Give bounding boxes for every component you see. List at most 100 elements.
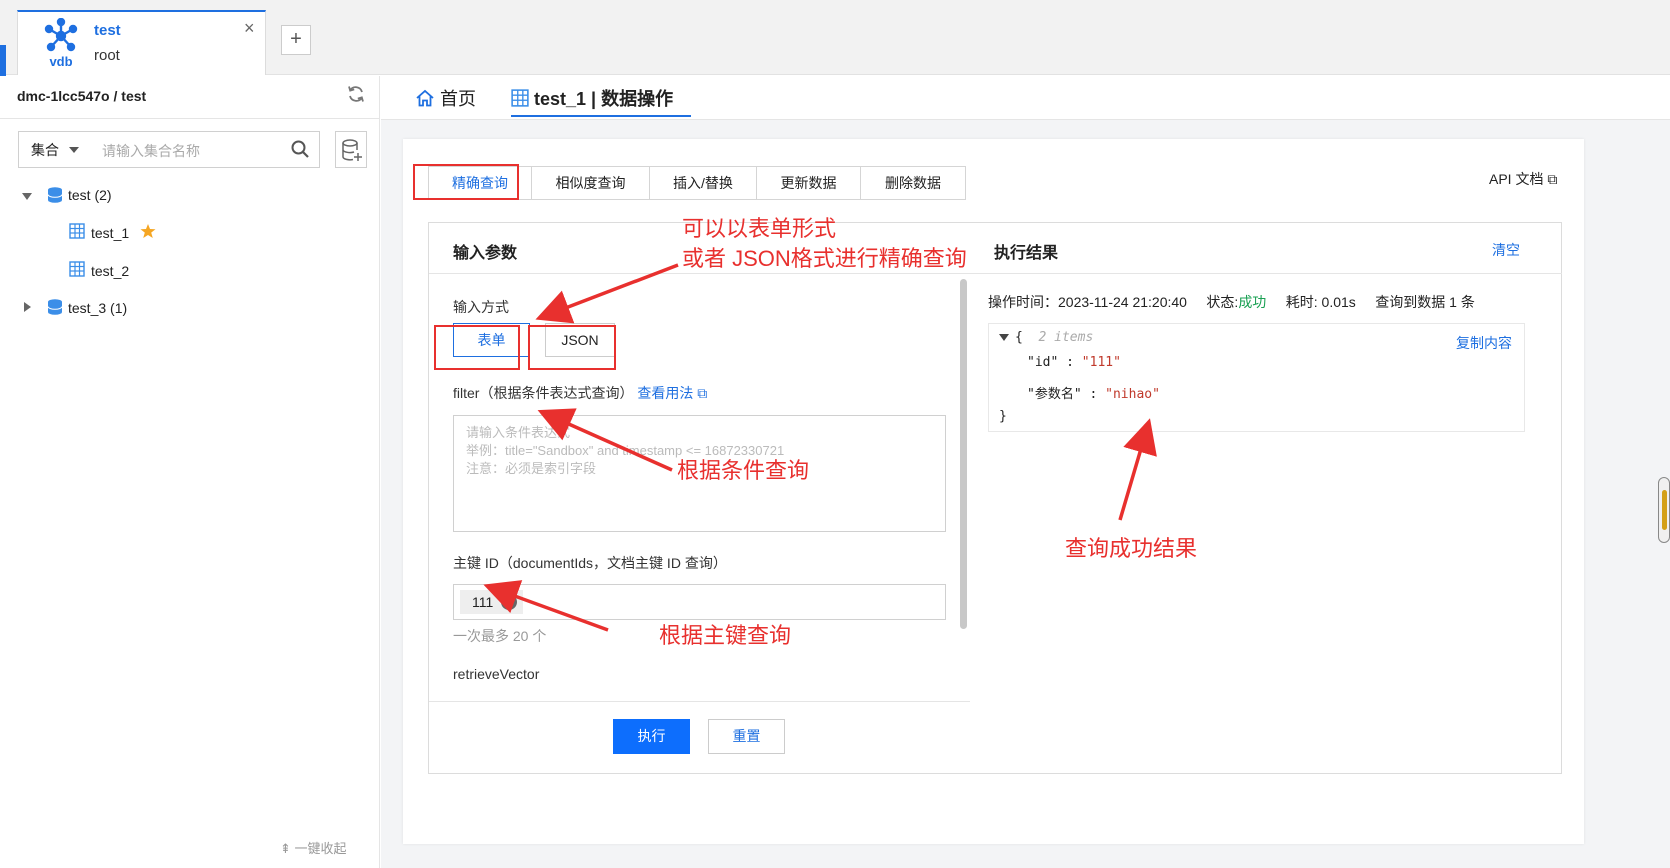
primary-key-hint: 一次最多 20 个: [453, 626, 546, 646]
json-item-count: 2 items: [1038, 330, 1094, 345]
home-icon: [416, 89, 434, 107]
subtab-similarity-query[interactable]: 相似度查询: [531, 166, 650, 200]
scrollbar[interactable]: [960, 279, 967, 629]
table-icon: [69, 223, 85, 242]
chevron-right-icon[interactable]: [24, 302, 31, 312]
main-tabs-bar: 首页 test_1 | 数据操作: [381, 76, 1670, 120]
tab-home[interactable]: 首页: [415, 85, 476, 111]
input-mode-label: 输入方式: [453, 299, 509, 315]
annotation-filter: 根据条件查询: [677, 458, 810, 483]
sidebar-title: dmc-1lcc547o / test: [17, 88, 147, 104]
primary-key-hint-text: 一次最多 20 个: [453, 628, 547, 644]
subtab-delete-data[interactable]: 删除数据: [860, 166, 966, 200]
result-count: 查询到数据 1 条: [1375, 294, 1475, 310]
json-viewer: { 2 items "id" : "111" "参数名" : "nihao" }…: [988, 323, 1525, 432]
cost-label: 耗时:: [1285, 294, 1318, 310]
remove-tag-icon[interactable]: ✕: [501, 594, 518, 610]
chevron-down-icon: [69, 147, 79, 153]
external-link-icon: ⧉: [1547, 171, 1558, 187]
main-area: 首页 test_1 | 数据操作 精确查询 相似度查询 插入/替换 更新数据 删…: [381, 76, 1670, 868]
table-icon: [69, 261, 85, 280]
connection-tab[interactable]: vdb test root ×: [17, 10, 266, 75]
mode-json-button[interactable]: JSON: [545, 323, 615, 357]
connection-name: test: [94, 22, 121, 39]
sidebar-divider: [0, 118, 380, 119]
close-icon[interactable]: ×: [244, 18, 255, 39]
json-open-brace: {: [1015, 330, 1023, 345]
tree-item-test_1[interactable]: test_1: [91, 221, 129, 245]
op-time-label: 操作时间：: [988, 294, 1058, 310]
annotation-form-json-line1: 可以以表单形式: [682, 216, 837, 241]
result-panel: 执行结果 清空 操作时间：2023-11-24 21:20:40 状态:成功 耗…: [970, 222, 1562, 774]
panel-divider: [970, 273, 1562, 274]
vdb-logo-icon: vdb: [36, 17, 86, 72]
input-panel-title: 输入参数: [453, 245, 518, 262]
tab-data-operation-label: test_1 | 数据操作: [534, 89, 674, 109]
panel-divider: [429, 273, 970, 274]
filter-label-row: filter（根据条件表达式查询） 查看用法 ⧉: [453, 383, 707, 403]
panel-footer-divider: [429, 701, 970, 702]
chevron-down-icon[interactable]: [22, 193, 32, 200]
primary-key-tag-value: 111: [472, 594, 494, 610]
collapse-up-icon: ⇞: [280, 841, 291, 856]
result-meta: 操作时间：2023-11-24 21:20:40 状态:成功 耗时: 0.01s…: [988, 292, 1475, 312]
tree-item-test_3[interactable]: test_3 (1): [68, 296, 127, 320]
filter-placeholder-line: 请输入条件表达式: [466, 425, 571, 440]
input-panel: 输入参数 输入方式 表单 JSON filter（根据条件表达式查询） 查看用法…: [428, 222, 971, 774]
status-badge: 成功: [1238, 294, 1267, 310]
op-time: 2023-11-24 21:20:40: [1058, 294, 1187, 310]
database-add-button[interactable]: [335, 131, 367, 168]
api-doc-label: API 文档: [1489, 171, 1544, 187]
subtab-update-data[interactable]: 更新数据: [756, 166, 861, 200]
tree-item-test[interactable]: test (2): [68, 183, 112, 207]
collapse-all-button[interactable]: ⇞ 一键收起: [280, 838, 347, 857]
table-icon: [511, 89, 529, 107]
json-value: "111": [1081, 355, 1121, 370]
primary-key-input[interactable]: 111 ✕: [453, 584, 946, 620]
annotation-form-json-line2: 或者 JSON格式进行精确查询: [682, 246, 967, 271]
tab-data-operation[interactable]: test_1 | 数据操作: [511, 85, 673, 111]
subtab-exact-query[interactable]: 精确查询: [428, 166, 532, 200]
collapse-all-label: 一键收起: [294, 841, 347, 856]
json-close-brace: }: [999, 409, 1007, 424]
clear-button[interactable]: 清空: [1492, 240, 1520, 260]
database-icon: [46, 298, 64, 319]
sidebar: dmc-1lcc547o / test 集合 请输入集合名称 test (2) …: [0, 76, 380, 868]
external-link-icon: ⧉: [697, 385, 708, 401]
annotation-result: 查询成功结果: [1065, 536, 1198, 561]
status-label: 状态:: [1206, 294, 1239, 310]
copy-content-button[interactable]: 复制内容: [1456, 333, 1512, 353]
connection-user: root: [94, 47, 120, 64]
add-connection-button[interactable]: +: [281, 25, 311, 55]
collection-type-value: 集合: [31, 142, 59, 158]
result-panel-title: 执行结果: [994, 245, 1059, 262]
primary-key-tag: 111 ✕: [460, 590, 524, 614]
collection-type-select[interactable]: 集合: [18, 131, 89, 168]
chevron-down-icon[interactable]: [999, 334, 1009, 341]
json-key: "参数名": [1027, 387, 1082, 402]
reset-button[interactable]: 重置: [708, 719, 785, 754]
database-icon: [46, 186, 64, 207]
subtab-insert-replace[interactable]: 插入/替换: [649, 166, 757, 200]
active-tab-indicator: [511, 115, 691, 117]
api-doc-link[interactable]: API 文档 ⧉: [1489, 169, 1557, 189]
refresh-icon[interactable]: [346, 84, 366, 104]
mode-form-button[interactable]: 表单: [453, 323, 530, 357]
filter-label: filter（根据条件表达式查询）: [453, 385, 634, 401]
json-key: "id": [1027, 355, 1059, 370]
filter-usage-link[interactable]: 查看用法: [637, 385, 693, 401]
primary-key-label: 主键 ID（documentIds，文档主键 ID 查询）: [453, 555, 727, 571]
execute-button[interactable]: 执行: [613, 719, 690, 754]
search-icon[interactable]: [290, 139, 310, 159]
tab-home-label: 首页: [440, 89, 477, 109]
resize-grip: [1662, 490, 1667, 530]
star-icon[interactable]: [140, 223, 156, 242]
json-value: "nihao": [1105, 387, 1160, 402]
vdb-logo-text: vdb: [49, 54, 73, 69]
tree-item-test_2[interactable]: test_2: [91, 259, 129, 283]
cost-value: 0.01s: [1321, 294, 1356, 310]
collection-search-input[interactable]: 请输入集合名称: [88, 131, 320, 168]
operation-card: 精确查询 相似度查询 插入/替换 更新数据 删除数据 API 文档 ⧉ 输入参数…: [403, 139, 1584, 844]
window-resize-handle[interactable]: [1658, 477, 1670, 543]
retrieve-vector-label: retrieveVector: [453, 666, 540, 682]
